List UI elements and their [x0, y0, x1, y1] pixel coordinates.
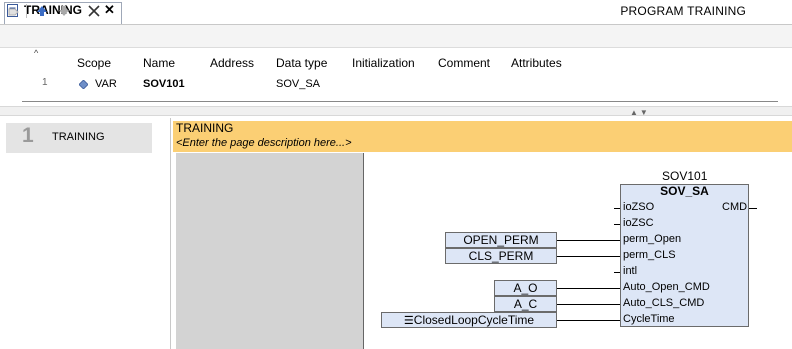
pin-auto-open-cmd[interactable]: Auto_Open_CMD — [623, 281, 710, 293]
fb-instance-name[interactable]: SOV101 — [662, 169, 707, 183]
pin-stub — [614, 224, 620, 225]
column-header-name[interactable]: Name — [143, 56, 175, 70]
tab-label: TRAINING — [24, 3, 82, 17]
insert-variable-icon[interactable] — [6, 3, 22, 19]
wire-a-c — [557, 304, 620, 305]
splitter-arrows-icon[interactable]: ▲▼ — [630, 108, 650, 117]
toolbar-separator — [26, 4, 27, 18]
tab-close-icon[interactable]: ✕ — [104, 2, 115, 18]
column-header-scope[interactable]: Scope — [77, 56, 111, 70]
move-up-icon[interactable] — [34, 3, 50, 19]
column-header-initialization[interactable]: Initialization — [352, 56, 415, 70]
collapse-chevron-icon[interactable]: ^ — [34, 48, 38, 58]
row-number: 1 — [42, 77, 48, 88]
wire-open-perm — [557, 240, 620, 241]
page-description[interactable]: <Enter the page description here...> — [176, 137, 352, 149]
page-number: 1 — [22, 124, 34, 147]
variable-cycle-time[interactable]: ☰ClosedLoopCycleTime — [381, 312, 557, 328]
variable-open-perm[interactable]: OPEN_PERM — [445, 232, 557, 248]
variable-diamond-icon — [79, 80, 88, 89]
variable-cls-perm[interactable]: CLS_PERM — [445, 248, 557, 264]
declaration-toolbar — [0, 25, 792, 48]
pin-iozso[interactable]: ioZSO — [623, 201, 654, 213]
variable-a-o[interactable]: A_O — [494, 280, 557, 296]
cell-data-type[interactable]: SOV_SA — [276, 78, 320, 90]
column-header-data-type[interactable]: Data type — [276, 56, 327, 70]
pin-cycletime[interactable]: CycleTime — [623, 313, 675, 325]
pin-iozsc[interactable]: ioZSC — [623, 217, 654, 229]
cell-name[interactable]: SOV101 — [143, 78, 185, 90]
column-header-attributes[interactable]: Attributes — [511, 56, 562, 70]
delete-icon[interactable] — [86, 3, 102, 19]
declaration-scrollbar[interactable] — [22, 101, 778, 102]
move-down-icon[interactable] — [56, 3, 72, 19]
editor-splitter[interactable] — [0, 106, 792, 116]
pin-intl[interactable]: intl — [623, 265, 637, 277]
column-header-address[interactable]: Address — [210, 56, 254, 70]
pin-cmd[interactable]: CMD — [722, 201, 747, 213]
cell-scope[interactable]: VAR — [95, 78, 117, 90]
variable-a-c[interactable]: A_C — [494, 296, 557, 312]
pin-auto-cls-cmd[interactable]: Auto_CLS_CMD — [623, 297, 704, 309]
wire-cycle-time — [557, 320, 620, 321]
column-header-comment[interactable]: Comment — [438, 56, 490, 70]
output-pin-stub — [749, 208, 757, 209]
pin-stub — [614, 272, 620, 273]
power-rail — [363, 153, 364, 349]
pin-perm-cls[interactable]: perm_CLS — [623, 249, 676, 261]
pin-stub — [614, 208, 620, 209]
pin-perm-open[interactable]: perm_Open — [623, 233, 681, 245]
fb-type-name: SOV_SA — [660, 184, 709, 198]
wire-cls-perm — [557, 256, 620, 257]
page-title[interactable]: TRAINING — [176, 121, 233, 135]
program-title: PROGRAM TRAINING — [620, 4, 746, 18]
constant-icon: ☰ — [403, 315, 414, 327]
power-rail-area — [176, 153, 363, 349]
variable-cycle-time-label: ClosedLoopCycleTime — [413, 313, 535, 327]
page-name: TRAINING — [52, 131, 105, 143]
wire-a-o — [557, 288, 620, 289]
